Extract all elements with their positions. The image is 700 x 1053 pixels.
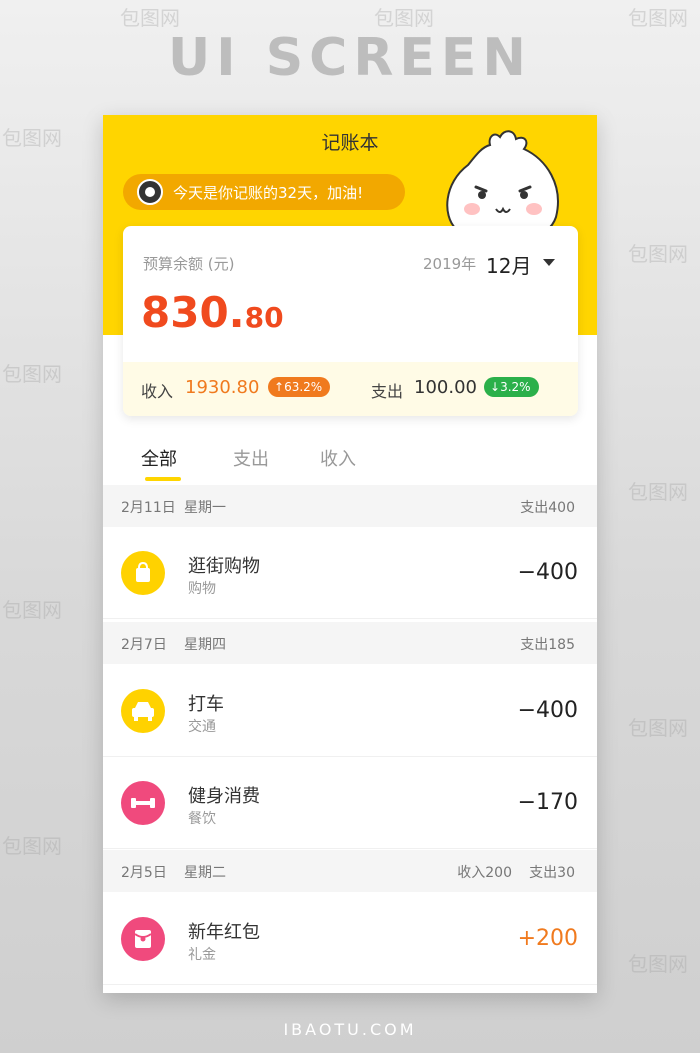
summary-bar: 收入 1930.80 ↑63.2% 支出 100.00 ↓3.2% [123, 362, 578, 416]
transaction-category: 购物 [188, 581, 216, 597]
day-header: 2月5日 星期二 收入200 支出30 [103, 850, 597, 892]
budget-card: 预算余额 (元) 2019年 12月 830.80 收入 1930.80 ↑63… [123, 226, 578, 416]
transaction-row[interactable]: 新年红包 礼金 +200 [103, 893, 597, 985]
watermark: 包图网 [120, 6, 180, 30]
budget-label: 预算余额 (元) [143, 255, 235, 273]
day-expense-total: 支出30 [529, 865, 575, 881]
day-date: 2月7日 [121, 637, 167, 653]
transaction-row[interactable]: 健身消费 餐饮 −170 [103, 757, 597, 849]
day-header: 2月7日 星期四 支出185 [103, 622, 597, 664]
month-selector[interactable]: 12月 [486, 250, 531, 279]
watermark: 包图网 [628, 952, 688, 976]
avatar-icon [137, 179, 163, 205]
income-label: 收入 [141, 382, 174, 401]
watermark: 包图网 [2, 362, 62, 386]
car-icon [121, 689, 165, 733]
transaction-category: 交通 [188, 719, 216, 735]
expense-value: 100.00 [414, 377, 477, 398]
arrow-up-icon: ↑ [274, 380, 285, 394]
watermark: 包图网 [628, 716, 688, 740]
day-header: 2月11日 星期一 支出400 [103, 485, 597, 527]
footer-site: IBAOTU.COM [283, 1020, 417, 1039]
budget-amount-integer: 830. [141, 288, 245, 337]
day-weekday: 星期二 [184, 865, 226, 881]
transaction-name: 健身消费 [188, 786, 260, 807]
expense-change-badge: ↓3.2% [484, 377, 539, 397]
year-label: 2019年 [423, 255, 477, 273]
arrow-down-icon: ↓ [490, 380, 501, 394]
tab-all[interactable]: 全部 [141, 445, 177, 471]
transaction-amount: +200 [517, 926, 578, 951]
budget-amount-decimal: 80 [244, 301, 284, 334]
transaction-amount: −400 [517, 560, 578, 585]
watermark: 包图网 [2, 834, 62, 858]
shopping-bag-icon [121, 551, 165, 595]
watermark: 包图网 [2, 598, 62, 622]
transaction-row[interactable]: 逛街购物 购物 −400 [103, 527, 597, 619]
transaction-category: 餐饮 [188, 811, 216, 827]
transaction-name: 新年红包 [188, 922, 260, 943]
day-expense-total: 支出400 [520, 500, 575, 516]
transaction-amount: −400 [517, 698, 578, 723]
tab-underline [145, 477, 181, 481]
day-weekday: 星期一 [184, 500, 226, 516]
bun-mascot-icon [446, 130, 559, 235]
watermark: 包图网 [2, 126, 62, 150]
watermark: 包图网 [628, 242, 688, 266]
tab-income[interactable]: 收入 [320, 445, 356, 471]
day-weekday: 星期四 [184, 637, 226, 653]
phone-screen: 记账本 今天是你记账的32天，加油! 预算余额 (元) 2019年 12月 83… [103, 115, 597, 993]
dumbbell-icon [121, 781, 165, 825]
watermark: 包图网 [374, 6, 434, 30]
expense-label: 支出 [371, 382, 404, 401]
income-value: 1930.80 [185, 377, 260, 398]
red-envelope-icon [121, 917, 165, 961]
budget-amount: 830.80 [141, 288, 284, 337]
streak-banner[interactable]: 今天是你记账的32天，加油! [123, 174, 405, 210]
tab-expense[interactable]: 支出 [233, 445, 269, 471]
day-expense-total: 支出185 [520, 637, 575, 653]
day-date: 2月11日 [121, 500, 176, 516]
watermark: 包图网 [628, 480, 688, 504]
income-change-badge: ↑63.2% [268, 377, 331, 397]
transaction-name: 逛街购物 [188, 556, 260, 577]
day-income-total: 收入200 [457, 865, 512, 881]
transaction-amount: −170 [517, 790, 578, 815]
headline: UI SCREEN [168, 28, 532, 88]
transaction-name: 打车 [188, 694, 224, 715]
chevron-down-icon[interactable] [543, 259, 555, 266]
transaction-row[interactable]: 打车 交通 −400 [103, 665, 597, 757]
day-date: 2月5日 [121, 865, 167, 881]
filter-tabs: 全部 支出 收入 [103, 433, 597, 487]
watermark: 包图网 [628, 6, 688, 30]
transaction-category: 礼金 [188, 947, 216, 963]
streak-text: 今天是你记账的32天，加油! [173, 183, 364, 202]
